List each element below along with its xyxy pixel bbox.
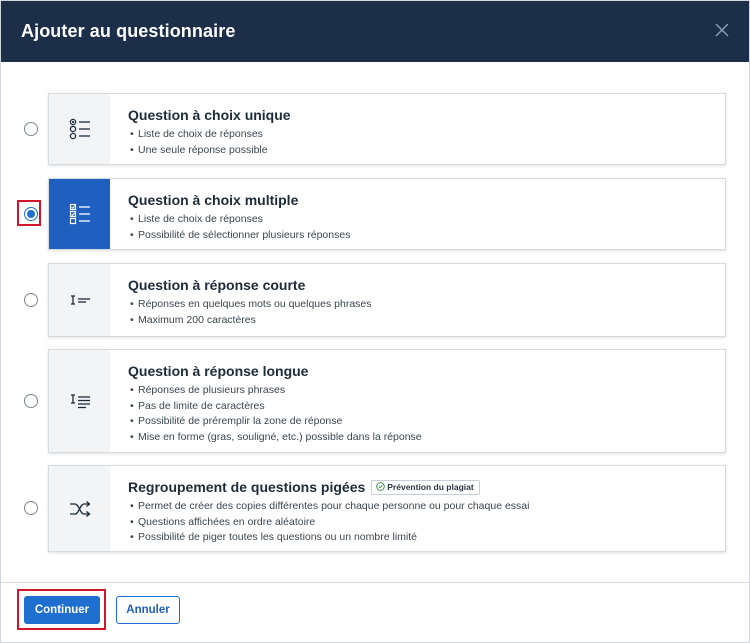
- bullet-item: Permet de créer des copies différentes p…: [128, 499, 715, 515]
- option-random-question-pool: Regroupement de questions pigées Préventi…: [1, 465, 749, 552]
- card-title: Question à réponse courte: [128, 277, 306, 293]
- radio-short-answer[interactable]: [24, 293, 38, 307]
- option-single-choice: Question à choix unique Liste de choix d…: [1, 93, 749, 165]
- card-title: Question à réponse longue: [128, 363, 309, 379]
- radio-single-choice-wrapper: [15, 114, 45, 144]
- card-title: Question à choix multiple: [128, 192, 299, 208]
- radio-single-choice[interactable]: [24, 122, 38, 136]
- bullet-item: Possibilité de préremplir la zone de rép…: [128, 414, 715, 430]
- card-multiple-choice[interactable]: Question à choix multiple Liste de choix…: [48, 178, 726, 250]
- radio-random-pool-wrapper: [15, 493, 45, 523]
- bullet-item: Maximum 200 caractères: [128, 313, 715, 329]
- card-bullets: Réponses de plusieurs phrases Pas de lim…: [128, 383, 715, 445]
- card-title: Question à choix unique: [128, 107, 291, 123]
- radio-random-question-pool[interactable]: [24, 501, 38, 515]
- option-long-answer: Question à réponse longue Réponses de pl…: [1, 349, 749, 453]
- card-title-text: Regroupement de questions pigées: [128, 479, 366, 495]
- bullet-item: Mise en forme (gras, souligné, etc.) pos…: [128, 430, 715, 446]
- bullet-item: Pas de limite de caractères: [128, 399, 715, 415]
- card-bullets: Permet de créer des copies différentes p…: [128, 499, 715, 546]
- dialog-title: Ajouter au questionnaire: [21, 21, 236, 41]
- card-bullets: Liste de choix de réponses Possibilité d…: [128, 212, 715, 243]
- radio-multiple-choice-wrapper: [15, 199, 45, 229]
- bullet-item: Une seule réponse possible: [128, 143, 715, 159]
- radio-short-answer-wrapper: [15, 285, 45, 315]
- card-body: Question à choix multiple Liste de choix…: [128, 191, 715, 243]
- short-answer-icon: [49, 264, 110, 336]
- card-short-answer[interactable]: Question à réponse courte Réponses en qu…: [48, 263, 726, 337]
- option-multiple-choice: Question à choix multiple Liste de choix…: [1, 178, 749, 250]
- radio-long-answer[interactable]: [24, 394, 38, 408]
- card-single-choice[interactable]: Question à choix unique Liste de choix d…: [48, 93, 726, 165]
- radio-multiple-choice[interactable]: [24, 207, 38, 221]
- bullet-item: Réponses en quelques mots ou quelques ph…: [128, 297, 715, 313]
- shield-check-icon: [376, 482, 385, 491]
- card-body: Question à réponse longue Réponses de pl…: [128, 362, 715, 445]
- close-icon[interactable]: [711, 19, 733, 41]
- card-title: Regroupement de questions pigées Préventi…: [128, 478, 715, 496]
- shuffle-icon: [49, 466, 110, 551]
- plagiarism-prevention-badge: Prévention du plagiat: [371, 480, 480, 495]
- dialog-header: Ajouter au questionnaire: [1, 1, 749, 62]
- bullet-item: Possibilité de sélectionner plusieurs ré…: [128, 228, 715, 244]
- card-random-question-pool[interactable]: Regroupement de questions pigées Préventi…: [48, 465, 726, 552]
- bullet-item: Questions affichées en ordre aléatoire: [128, 515, 715, 531]
- bullet-item: Réponses de plusieurs phrases: [128, 383, 715, 399]
- bullet-item: Possibilité de piger toutes les question…: [128, 530, 715, 546]
- cancel-button[interactable]: Annuler: [116, 596, 180, 624]
- long-answer-icon: [49, 350, 110, 452]
- card-bullets: Réponses en quelques mots ou quelques ph…: [128, 297, 715, 328]
- multiple-choice-list-icon: [49, 179, 110, 249]
- bullet-item: Liste de choix de réponses: [128, 127, 715, 143]
- card-bullets: Liste de choix de réponses Une seule rép…: [128, 127, 715, 158]
- add-to-quiz-dialog: Ajouter au questionnaire Question à choi…: [0, 0, 750, 643]
- footer-divider: [1, 582, 749, 583]
- continue-button[interactable]: Continuer: [24, 596, 100, 624]
- card-body: Regroupement de questions pigées Préventi…: [128, 478, 715, 546]
- option-short-answer: Question à réponse courte Réponses en qu…: [1, 263, 749, 337]
- single-choice-list-icon: [49, 94, 110, 164]
- card-body: Question à réponse courte Réponses en qu…: [128, 276, 715, 328]
- bullet-item: Liste de choix de réponses: [128, 212, 715, 228]
- card-body: Question à choix unique Liste de choix d…: [128, 106, 715, 158]
- radio-long-answer-wrapper: [15, 386, 45, 416]
- badge-label: Prévention du plagiat: [387, 482, 474, 492]
- card-long-answer[interactable]: Question à réponse longue Réponses de pl…: [48, 349, 726, 453]
